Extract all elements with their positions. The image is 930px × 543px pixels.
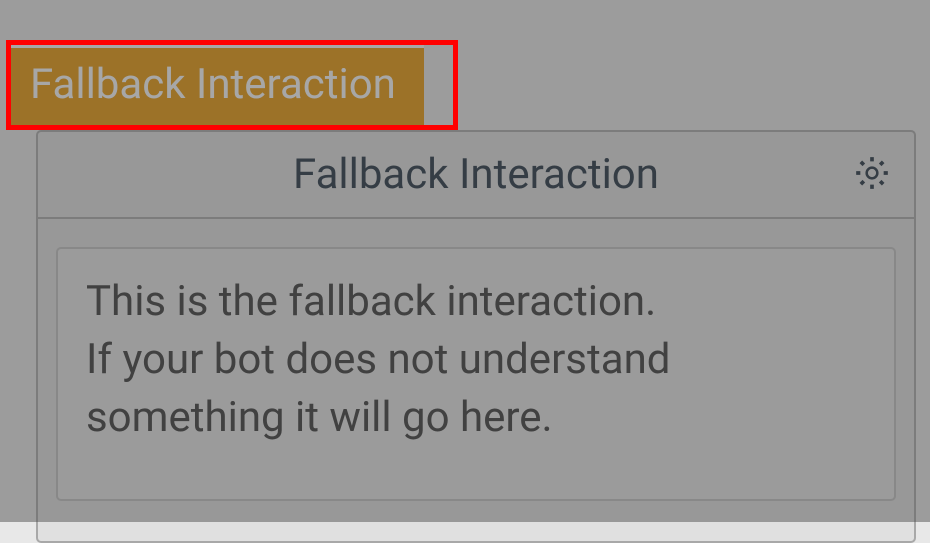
tab-label: Fallback Interaction bbox=[30, 60, 396, 109]
description-box: This is the fallback interaction. If you… bbox=[56, 247, 896, 501]
gear-icon bbox=[852, 153, 892, 197]
panel-title: Fallback Interaction bbox=[293, 150, 659, 199]
fallback-interaction-tab[interactable]: Fallback Interaction bbox=[10, 44, 424, 128]
description-text: This is the fallback interaction. If you… bbox=[86, 273, 866, 447]
settings-button[interactable] bbox=[850, 153, 894, 197]
panel-header: Fallback Interaction bbox=[38, 132, 914, 219]
fallback-interaction-panel: Fallback Interaction This is the fallbac… bbox=[36, 130, 916, 543]
panel-body: This is the fallback interaction. If you… bbox=[38, 219, 914, 541]
